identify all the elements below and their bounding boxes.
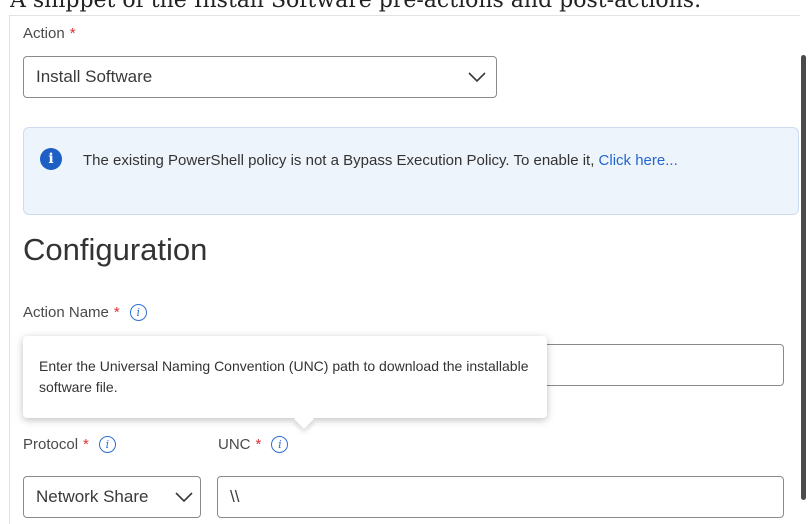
- protocol-label-text: Protocol: [23, 436, 79, 453]
- info-banner: i The existing PowerShell policy is not …: [23, 127, 799, 215]
- action-label: Action *: [23, 25, 76, 42]
- action-name-label: Action Name * i: [23, 304, 147, 321]
- action-select-value: Install Software: [36, 67, 153, 86]
- info-icon: i: [40, 148, 62, 170]
- action-name-label-text: Action Name: [23, 304, 109, 321]
- click-here-link[interactable]: Click here...: [599, 152, 678, 169]
- required-mark: *: [83, 436, 89, 453]
- required-mark: *: [69, 25, 76, 42]
- tooltip-text: Enter the Universal Naming Convention (U…: [39, 358, 529, 395]
- info-icon[interactable]: i: [98, 436, 116, 453]
- unc-tooltip: Enter the Universal Naming Convention (U…: [23, 336, 547, 429]
- required-mark: *: [113, 304, 120, 321]
- unc-label-text: UNC: [218, 436, 251, 453]
- action-label-text: Action: [23, 25, 65, 42]
- action-select[interactable]: Install Software: [23, 56, 497, 98]
- section-title: Configuration: [23, 232, 208, 267]
- info-icon[interactable]: i: [271, 436, 289, 453]
- info-icon[interactable]: i: [129, 304, 147, 321]
- scrollbar[interactable]: [801, 55, 806, 500]
- figure-caption: A snippet of the Install Software pre-ac…: [10, 0, 810, 12]
- required-mark: *: [255, 436, 262, 453]
- protocol-label: Protocol * i: [23, 436, 116, 453]
- protocol-select[interactable]: Network Share: [23, 476, 201, 518]
- banner-message: The existing PowerShell policy is not a …: [83, 152, 599, 169]
- unc-value: \\: [230, 487, 240, 506]
- unc-label: UNC * i: [218, 436, 289, 453]
- banner-text: The existing PowerShell policy is not a …: [83, 148, 773, 174]
- chevron-down-icon: [175, 492, 193, 502]
- chevron-down-icon: [468, 72, 486, 82]
- protocol-select-value: Network Share: [36, 487, 149, 506]
- unc-input[interactable]: \\: [217, 476, 784, 518]
